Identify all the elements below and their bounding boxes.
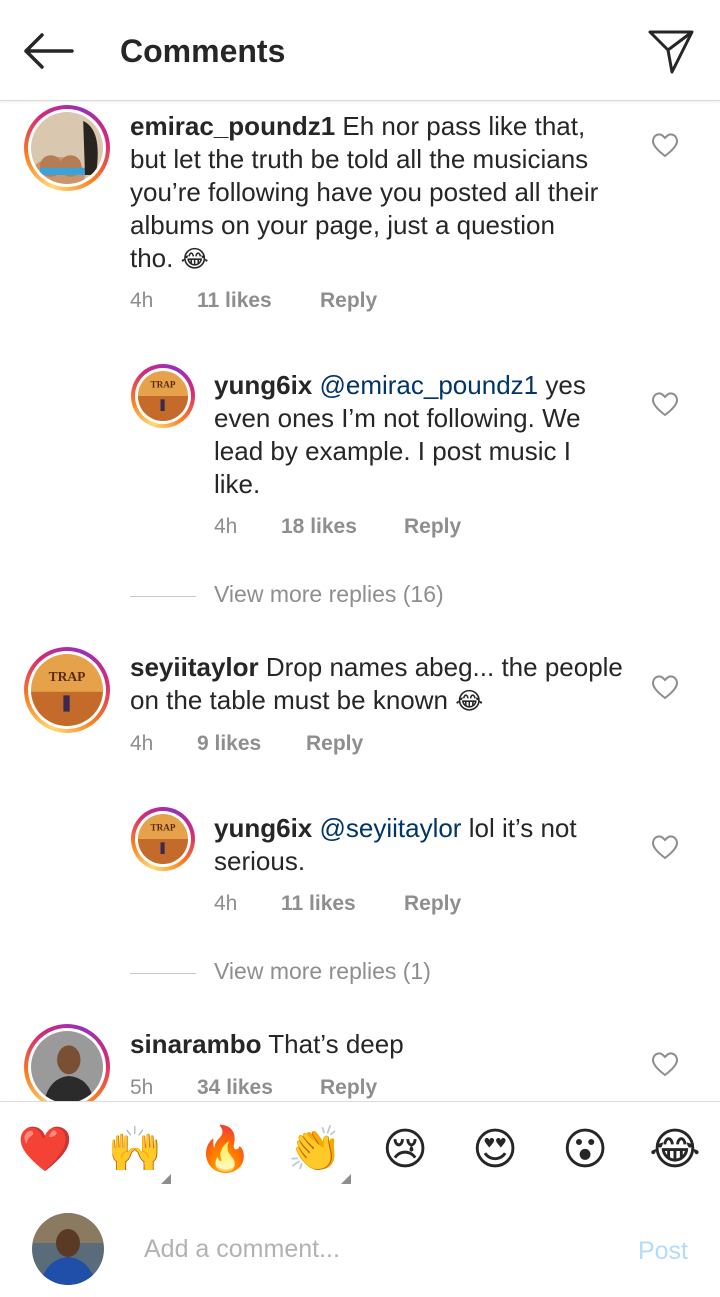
comment-composer: Post — [0, 1199, 720, 1297]
raising-hands-emoji-glyph: 🙌 — [107, 1124, 163, 1175]
comment-username[interactable]: emirac_poundz1 — [130, 111, 335, 141]
skin-tone-indicator-icon — [341, 1174, 351, 1184]
heart-icon[interactable] — [651, 391, 679, 417]
reply-button[interactable]: Reply — [320, 1076, 377, 1100]
reply-button[interactable]: Reply — [306, 732, 363, 756]
comment-likes[interactable]: 34 likes — [197, 1076, 273, 1100]
avatar[interactable]: TRAP — [24, 647, 110, 733]
clapping-hands-emoji-glyph: 👏 — [287, 1124, 343, 1175]
raising-hands-emoji-icon[interactable]: 🙌 — [107, 1122, 171, 1184]
reply-username[interactable]: yung6ix — [214, 370, 312, 400]
comment-text: sinarambo That’s deep — [130, 1028, 600, 1061]
svg-text:TRAP: TRAP — [49, 669, 86, 684]
avatar-photo — [32, 1213, 104, 1285]
reply-time: 4h — [214, 515, 238, 538]
reply-button[interactable]: Reply — [404, 892, 461, 916]
reply-text: yung6ix @emirac_poundz1 yes even ones I’… — [214, 369, 614, 501]
avatar-photo — [31, 112, 103, 184]
avatar-photo: TRAP — [138, 814, 188, 864]
comments-list[interactable]: emirac_poundz1 Eh nor pass like that, bu… — [0, 101, 720, 1101]
comment-body: That’s deep — [268, 1029, 404, 1059]
comment-username[interactable]: sinarambo — [130, 1029, 262, 1059]
divider-line — [130, 596, 196, 597]
red-heart-emoji-icon[interactable]: ❤️ — [17, 1122, 73, 1178]
laughing-emoji-icon[interactable]: 😂 — [647, 1122, 703, 1178]
current-user-avatar — [32, 1213, 104, 1285]
crying-face-emoji-icon[interactable]: 😢 — [377, 1122, 433, 1178]
page-title: Comments — [120, 33, 286, 69]
reply-button[interactable]: Reply — [320, 289, 377, 313]
avatar-photo — [31, 1031, 103, 1101]
svg-text:TRAP: TRAP — [151, 380, 176, 390]
reply-username[interactable]: yung6ix — [214, 813, 312, 843]
heart-icon[interactable] — [651, 834, 679, 860]
avatar[interactable] — [24, 1024, 110, 1101]
avatar[interactable] — [24, 105, 110, 191]
quick-emoji-bar: ❤️ 🙌 🔥 👏 😢 😍 😮 😂 — [0, 1101, 720, 1200]
comment-input[interactable] — [144, 1229, 604, 1269]
heart-icon[interactable] — [651, 674, 679, 700]
view-more-label[interactable]: View more replies (1) — [214, 958, 431, 985]
laughing-emoji-icon: 😂 — [455, 687, 484, 715]
heart-icon[interactable] — [651, 132, 679, 158]
comment-likes[interactable]: 11 likes — [197, 289, 272, 313]
skin-tone-indicator-icon — [161, 1174, 171, 1184]
post-button[interactable]: Post — [638, 1237, 688, 1266]
reply-mention[interactable]: @seyiitaylor — [319, 813, 461, 843]
view-more-label[interactable]: View more replies (16) — [214, 581, 444, 608]
clapping-hands-emoji-icon[interactable]: 👏 — [287, 1122, 351, 1184]
divider-line — [130, 973, 196, 974]
comment-text: seyiitaylor Drop names abeg... the peopl… — [130, 651, 630, 718]
reply-button[interactable]: Reply — [404, 515, 461, 539]
svg-text:TRAP: TRAP — [151, 823, 176, 833]
avatar-photo: TRAP — [138, 371, 188, 421]
heart-eyes-emoji-icon[interactable]: 😍 — [467, 1122, 523, 1178]
laughing-emoji-icon: 😂 — [180, 245, 209, 273]
avatar-photo: TRAP — [31, 654, 103, 726]
avatar[interactable]: TRAP — [131, 807, 195, 871]
top-bar: Comments — [0, 0, 720, 101]
reply-mention[interactable]: @emirac_poundz1 — [319, 370, 538, 400]
direct-send-icon[interactable] — [646, 26, 696, 76]
avatar[interactable]: TRAP — [131, 364, 195, 428]
reply-text: yung6ix @seyiitaylor lol it’s not seriou… — [214, 812, 614, 878]
heart-icon[interactable] — [651, 1051, 679, 1077]
surprised-face-emoji-icon[interactable]: 😮 — [557, 1122, 613, 1178]
fire-emoji-icon[interactable]: 🔥 — [197, 1122, 253, 1178]
comment-time: 4h — [130, 732, 154, 755]
comment-likes[interactable]: 9 likes — [197, 732, 261, 756]
reply-time: 4h — [214, 892, 238, 915]
comment-text: emirac_poundz1 Eh nor pass like that, bu… — [130, 110, 600, 276]
back-arrow-icon[interactable] — [20, 30, 76, 72]
comment-username[interactable]: seyiitaylor — [130, 652, 259, 682]
reply-likes[interactable]: 11 likes — [281, 892, 356, 916]
comment-time: 5h — [130, 1076, 154, 1099]
comment-time: 4h — [130, 289, 154, 312]
reply-likes[interactable]: 18 likes — [281, 515, 357, 539]
